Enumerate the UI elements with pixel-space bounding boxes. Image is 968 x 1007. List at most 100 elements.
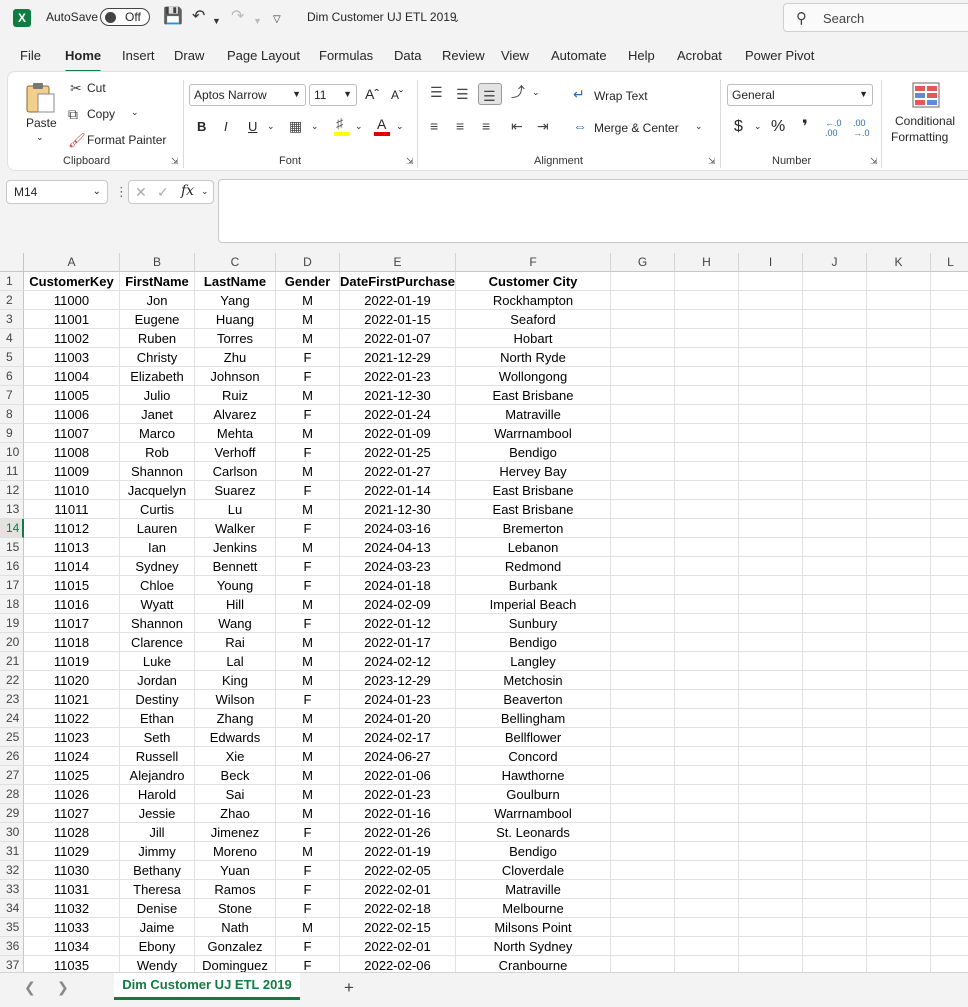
table-cell[interactable]: 2022-02-01 xyxy=(340,937,456,956)
table-cell[interactable]: 2022-01-09 xyxy=(340,424,456,443)
row-header[interactable]: 16 xyxy=(0,557,24,576)
table-cell[interactable] xyxy=(611,671,675,690)
table-cell[interactable] xyxy=(931,500,968,519)
table-cell[interactable] xyxy=(739,823,803,842)
table-cell[interactable]: 2022-02-05 xyxy=(340,861,456,880)
table-cell[interactable] xyxy=(867,804,931,823)
copy-dropdown-icon[interactable]: ⌄ xyxy=(131,107,139,118)
header-cell[interactable]: FirstName xyxy=(120,272,195,291)
table-cell[interactable] xyxy=(803,690,867,709)
table-cell[interactable]: 11001 xyxy=(24,310,120,329)
column-header-d[interactable]: D xyxy=(276,253,340,272)
table-cell[interactable] xyxy=(675,918,739,937)
table-cell[interactable]: St. Leonards xyxy=(456,823,611,842)
column-header-b[interactable]: B xyxy=(120,253,195,272)
tab-formulas[interactable]: Formulas xyxy=(319,48,373,63)
table-cell[interactable] xyxy=(611,861,675,880)
row-header[interactable]: 33 xyxy=(0,880,24,899)
table-cell[interactable]: 2022-02-15 xyxy=(340,918,456,937)
table-cell[interactable] xyxy=(675,462,739,481)
header-cell[interactable] xyxy=(867,272,931,291)
table-cell[interactable] xyxy=(739,937,803,956)
table-cell[interactable]: 2022-01-19 xyxy=(340,842,456,861)
row-header[interactable]: 27 xyxy=(0,766,24,785)
row-header[interactable]: 37 xyxy=(0,956,24,972)
table-cell[interactable] xyxy=(739,557,803,576)
table-cell[interactable] xyxy=(611,519,675,538)
table-cell[interactable]: F xyxy=(276,937,340,956)
tab-view[interactable]: View xyxy=(501,48,529,63)
header-cell[interactable]: Gender xyxy=(276,272,340,291)
number-launcher-icon[interactable]: ⇲ xyxy=(870,156,878,167)
column-header-l[interactable]: L xyxy=(931,253,968,272)
table-cell[interactable]: Torres xyxy=(195,329,276,348)
table-cell[interactable]: 2022-01-26 xyxy=(340,823,456,842)
merge-center-icon[interactable]: ⇔ xyxy=(573,119,587,133)
header-cell[interactable]: DateFirstPurchase xyxy=(340,272,456,291)
table-cell[interactable]: Lal xyxy=(195,652,276,671)
table-cell[interactable]: Russell xyxy=(120,747,195,766)
font-color-dropdown-icon[interactable]: ⌄ xyxy=(396,121,404,132)
table-cell[interactable]: F xyxy=(276,690,340,709)
table-cell[interactable] xyxy=(803,842,867,861)
table-cell[interactable]: 11030 xyxy=(24,861,120,880)
table-cell[interactable]: Zhu xyxy=(195,348,276,367)
table-cell[interactable] xyxy=(867,443,931,462)
table-cell[interactable] xyxy=(675,709,739,728)
paste-button[interactable]: Paste ⌄ xyxy=(18,78,62,148)
table-cell[interactable] xyxy=(931,728,968,747)
table-cell[interactable]: Sunbury xyxy=(456,614,611,633)
table-cell[interactable] xyxy=(931,424,968,443)
redo-icon[interactable]: ↷ xyxy=(231,8,244,26)
row-header[interactable]: 21 xyxy=(0,652,24,671)
underline-dropdown-icon[interactable]: ⌄ xyxy=(267,121,275,132)
table-cell[interactable]: Sydney xyxy=(120,557,195,576)
table-cell[interactable]: M xyxy=(276,747,340,766)
table-cell[interactable]: North Ryde xyxy=(456,348,611,367)
table-cell[interactable] xyxy=(803,918,867,937)
table-cell[interactable] xyxy=(931,937,968,956)
table-cell[interactable]: Verhoff xyxy=(195,443,276,462)
table-cell[interactable]: 2024-02-09 xyxy=(340,595,456,614)
table-cell[interactable]: Chloe xyxy=(120,576,195,595)
table-cell[interactable] xyxy=(803,595,867,614)
format-painter-icon[interactable]: 🖌 xyxy=(68,133,86,147)
number-format-select[interactable]: General ▼ xyxy=(727,84,873,106)
table-cell[interactable]: Langley xyxy=(456,652,611,671)
decrease-indent-icon[interactable]: ⇤ xyxy=(511,119,523,133)
table-cell[interactable] xyxy=(803,557,867,576)
table-cell[interactable]: East Brisbane xyxy=(456,481,611,500)
row-header[interactable]: 11 xyxy=(0,462,24,481)
tab-draw[interactable]: Draw xyxy=(174,48,204,63)
table-cell[interactable] xyxy=(867,880,931,899)
table-cell[interactable]: Yang xyxy=(195,291,276,310)
table-cell[interactable]: Denise xyxy=(120,899,195,918)
table-cell[interactable] xyxy=(675,899,739,918)
table-cell[interactable] xyxy=(803,481,867,500)
table-cell[interactable] xyxy=(931,519,968,538)
table-cell[interactable] xyxy=(675,633,739,652)
table-cell[interactable]: 11003 xyxy=(24,348,120,367)
table-cell[interactable]: Warrnambool xyxy=(456,424,611,443)
table-cell[interactable] xyxy=(803,937,867,956)
table-cell[interactable]: M xyxy=(276,804,340,823)
table-cell[interactable] xyxy=(739,766,803,785)
increase-indent-icon[interactable]: ⇥ xyxy=(537,119,549,133)
table-cell[interactable]: Stone xyxy=(195,899,276,918)
table-cell[interactable] xyxy=(611,557,675,576)
table-cell[interactable]: Clarence xyxy=(120,633,195,652)
table-cell[interactable] xyxy=(803,861,867,880)
bold-button[interactable]: B xyxy=(197,119,206,134)
table-cell[interactable] xyxy=(675,424,739,443)
table-cell[interactable]: Eugene xyxy=(120,310,195,329)
table-cell[interactable]: Alvarez xyxy=(195,405,276,424)
table-cell[interactable] xyxy=(803,519,867,538)
table-cell[interactable] xyxy=(931,918,968,937)
table-cell[interactable]: M xyxy=(276,386,340,405)
table-cell[interactable]: 11007 xyxy=(24,424,120,443)
table-cell[interactable]: 2022-01-06 xyxy=(340,766,456,785)
add-sheet-icon[interactable]: + xyxy=(344,978,354,998)
table-cell[interactable] xyxy=(675,310,739,329)
table-cell[interactable]: 11026 xyxy=(24,785,120,804)
table-cell[interactable] xyxy=(931,481,968,500)
